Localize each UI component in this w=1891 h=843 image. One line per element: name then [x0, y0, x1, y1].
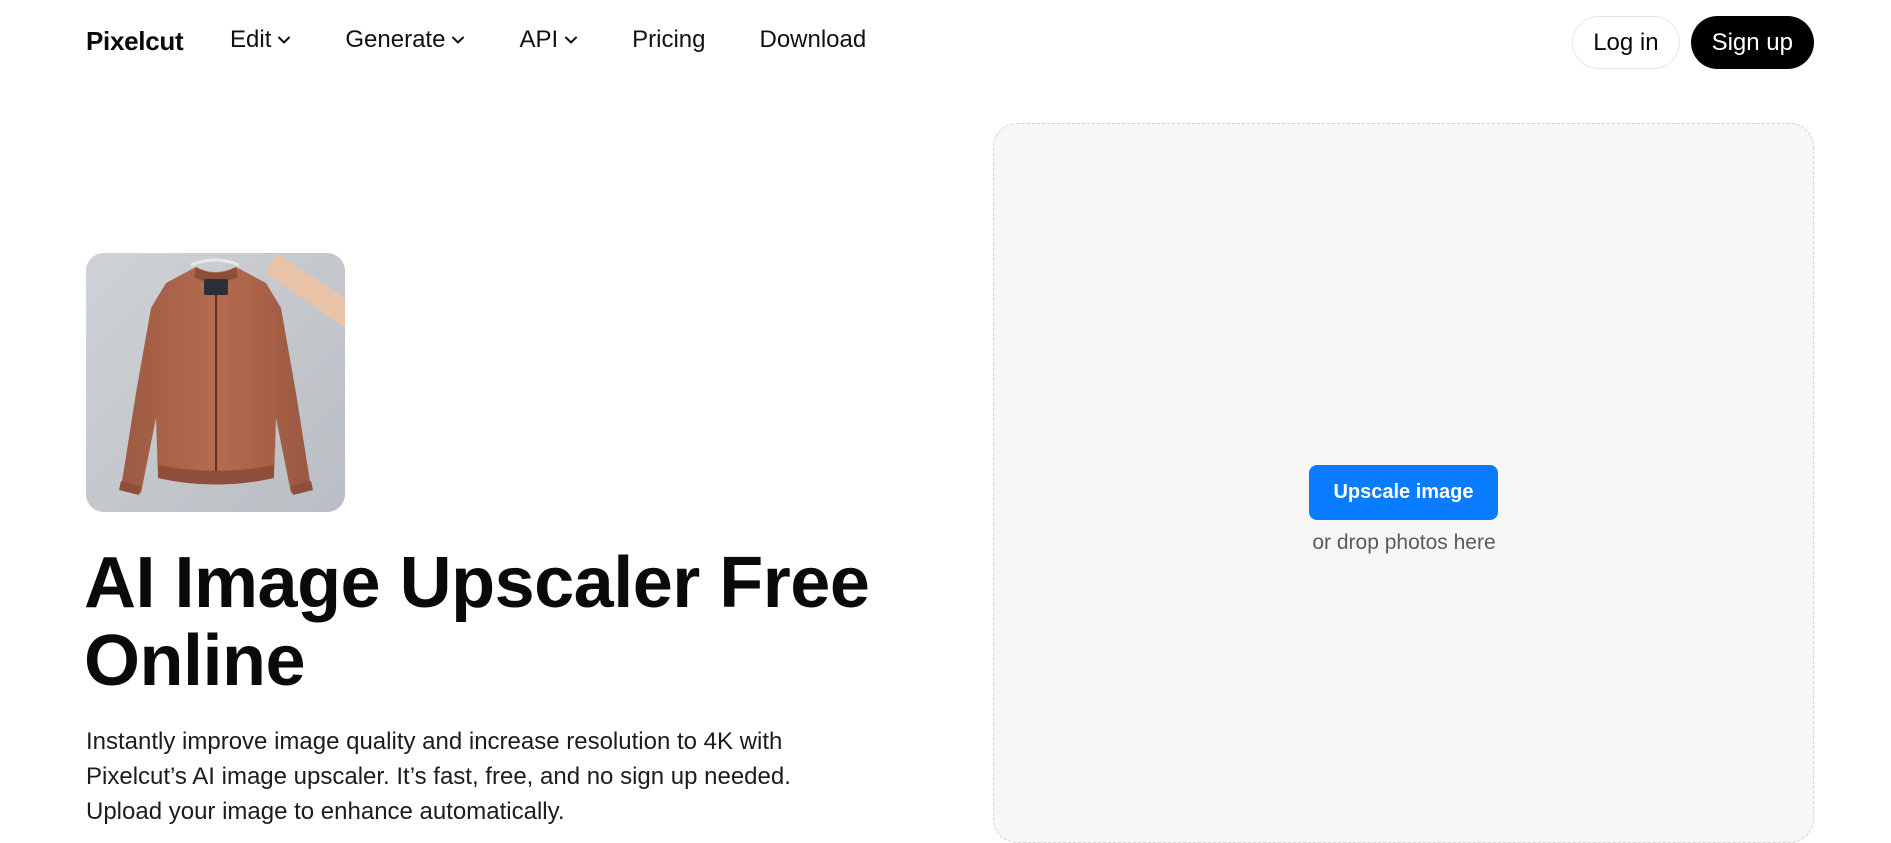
nav-links: Edit Generate API Pricing Download — [230, 26, 920, 54]
pixelcut-logo[interactable]: Pixelcut — [86, 26, 184, 57]
nav-api[interactable]: API — [519, 26, 578, 54]
nav-pricing[interactable]: Pricing — [632, 26, 705, 54]
hero-description: Instantly improve image quality and incr… — [86, 728, 791, 825]
login-button[interactable]: Log in — [1572, 16, 1680, 69]
signup-button[interactable]: Sign up — [1690, 16, 1814, 69]
nav-download[interactable]: Download — [759, 26, 866, 54]
nav-generate-label: Generate — [345, 26, 446, 53]
top-navigation: Pixelcut Edit Generate API Pricing Downl… — [0, 0, 1891, 84]
auth-buttons: Log in Sign up — [1572, 16, 1814, 69]
nav-edit[interactable]: Edit — [230, 26, 291, 54]
nav-generate[interactable]: Generate — [345, 26, 465, 54]
chevron-down-icon — [278, 36, 291, 44]
drop-hint-text: or drop photos here — [1312, 531, 1496, 554]
upscale-image-button[interactable]: Upscale image — [1309, 465, 1498, 520]
jacket-example-image — [86, 253, 345, 512]
page-title: AI Image Upscaler Free Online — [84, 543, 870, 701]
chevron-down-icon — [452, 36, 465, 44]
jacket-illustration — [86, 253, 345, 512]
chevron-down-icon — [565, 36, 578, 44]
nav-edit-label: Edit — [230, 26, 272, 53]
nav-api-label: API — [519, 26, 559, 53]
